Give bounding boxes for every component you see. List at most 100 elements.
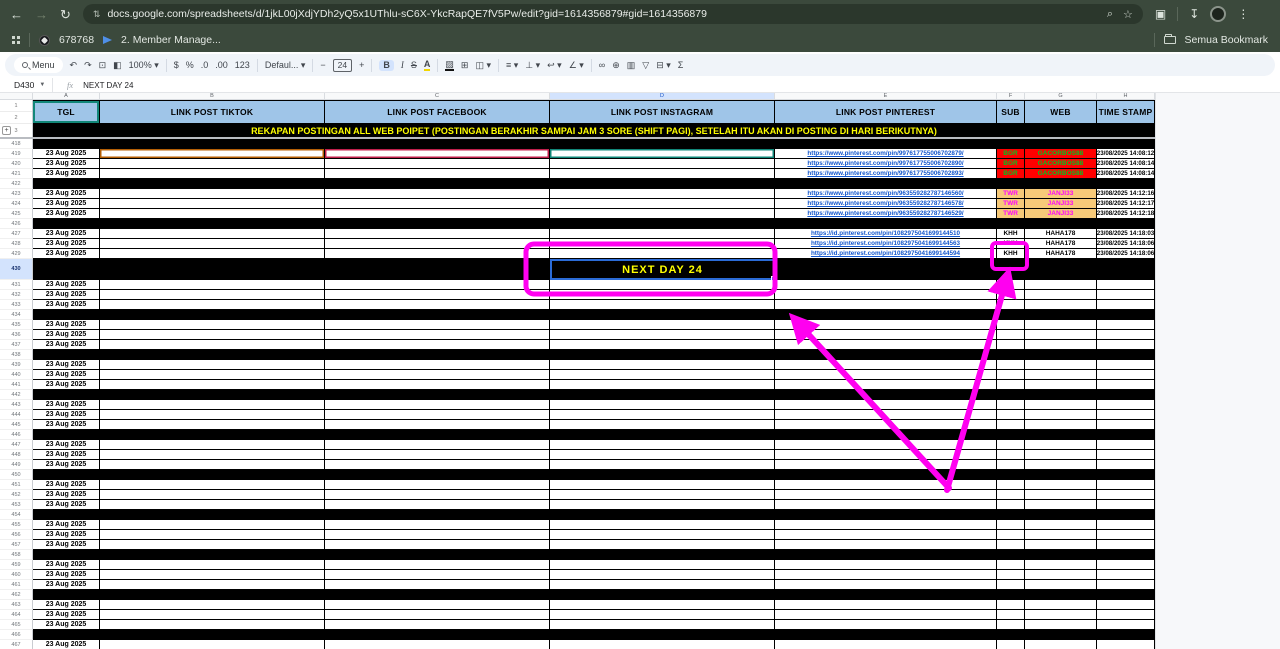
download-icon[interactable]: ↧ xyxy=(1189,7,1199,21)
row-number[interactable]: 464 xyxy=(0,610,33,620)
redo-button[interactable]: ↷ xyxy=(84,61,92,70)
column-header[interactable]: SUB xyxy=(997,100,1025,124)
column-header[interactable]: WEB xyxy=(1025,100,1097,124)
text-color-button[interactable]: A xyxy=(424,60,431,71)
font-select[interactable]: Defaul... ▾ xyxy=(265,61,306,70)
omnibox-search-icon[interactable]: ⌕ xyxy=(1107,8,1113,21)
reload-icon[interactable]: ↻ xyxy=(60,8,71,21)
column-letter-C[interactable]: C xyxy=(325,93,550,100)
pinterest-link[interactable]: https://www.pinterest.com/pin/9635592827… xyxy=(807,210,963,217)
column-header[interactable]: TGL xyxy=(33,100,100,124)
row-number[interactable]: 419 xyxy=(0,149,33,159)
pinterest-link[interactable]: https://id.pinterest.com/pin/10829750416… xyxy=(811,230,960,237)
back-icon[interactable]: ← xyxy=(10,8,23,21)
horizontal-align-button[interactable]: ≡ ▾ xyxy=(506,61,518,70)
pinterest-link[interactable]: https://www.pinterest.com/pin/9635592827… xyxy=(807,200,963,207)
row-number[interactable]: 463 xyxy=(0,600,33,610)
row-number[interactable]: 458 xyxy=(0,550,33,560)
row-number[interactable]: 418 xyxy=(0,139,33,149)
row-number[interactable]: 427 xyxy=(0,229,33,239)
row-number[interactable]: 465 xyxy=(0,620,33,630)
column-header[interactable]: LINK POST INSTAGRAM xyxy=(550,100,775,124)
column-letter-D[interactable]: D xyxy=(550,93,775,100)
forward-icon[interactable]: → xyxy=(35,8,48,21)
column-letter-B[interactable]: B xyxy=(100,93,325,100)
pinterest-link[interactable]: https://www.pinterest.com/pin/9976177550… xyxy=(807,170,963,177)
fill-color-button[interactable]: ▨ xyxy=(445,60,454,71)
pinterest-link[interactable]: https://www.pinterest.com/pin/9976177550… xyxy=(807,150,963,157)
row-number[interactable]: 444 xyxy=(0,410,33,420)
row-number[interactable]: 451 xyxy=(0,480,33,490)
pinterest-link[interactable]: https://id.pinterest.com/pin/10829750416… xyxy=(811,240,960,247)
row-number[interactable]: 454 xyxy=(0,510,33,520)
row-number[interactable]: 428 xyxy=(0,239,33,249)
text-wrap-button[interactable]: ↩ ▾ xyxy=(547,61,562,70)
row-number[interactable]: 443 xyxy=(0,400,33,410)
extensions-icon[interactable]: ▣ xyxy=(1155,7,1166,21)
row-number[interactable]: 467 xyxy=(0,640,33,649)
row-number[interactable]: 1 2 xyxy=(0,100,33,124)
row-number[interactable]: 435 xyxy=(0,320,33,330)
pinterest-link[interactable]: https://www.pinterest.com/pin/9635592827… xyxy=(807,190,963,197)
row-number[interactable]: 432 xyxy=(0,290,33,300)
url-bar[interactable]: ⇅ docs.google.com/spreadsheets/d/1jkL00j… xyxy=(83,4,1143,24)
pinterest-link[interactable]: https://www.pinterest.com/pin/9976177550… xyxy=(807,160,963,167)
currency-format-button[interactable]: $ xyxy=(174,61,179,70)
paint-format-button[interactable]: ◧ xyxy=(113,61,122,70)
row-number[interactable]: 440 xyxy=(0,370,33,380)
row-number[interactable]: 449 xyxy=(0,460,33,470)
insert-chart-button[interactable]: ▥ xyxy=(627,61,636,70)
bookmark-item[interactable]: 678768 xyxy=(59,34,94,46)
column-letter-A[interactable]: A xyxy=(33,93,100,100)
row-number[interactable]: 421 xyxy=(0,169,33,179)
row-number[interactable]: 446 xyxy=(0,430,33,440)
font-size-increase[interactable]: + xyxy=(359,61,364,70)
row-number[interactable]: 442 xyxy=(0,390,33,400)
grid-corner[interactable] xyxy=(0,93,33,100)
italic-button[interactable]: I xyxy=(401,61,404,70)
row-number[interactable]: 434 xyxy=(0,310,33,320)
row-number[interactable]: 447 xyxy=(0,440,33,450)
menu-kebab-icon[interactable]: ⋮ xyxy=(1237,7,1249,21)
row-number[interactable]: 437 xyxy=(0,340,33,350)
row-number[interactable]: 423 xyxy=(0,189,33,199)
name-box[interactable]: D430▼ xyxy=(0,80,52,90)
column-letter-F[interactable]: F xyxy=(997,93,1025,100)
font-size-decrease[interactable]: − xyxy=(320,61,325,70)
row-number[interactable]: 424 xyxy=(0,199,33,209)
strikethrough-button[interactable]: S xyxy=(411,61,417,70)
row-number[interactable]: 466 xyxy=(0,630,33,640)
apps-grid-icon[interactable] xyxy=(12,36,20,44)
row-number[interactable]: 431 xyxy=(0,280,33,290)
functions-button[interactable]: Σ xyxy=(678,61,684,70)
column-header[interactable]: LINK POST FACEBOOK xyxy=(325,100,550,124)
row-number[interactable]: 457 xyxy=(0,540,33,550)
text-rotation-button[interactable]: ∠ ▾ xyxy=(569,61,584,70)
filter-views-button[interactable]: ⊟ ▾ xyxy=(656,61,671,70)
merge-cells-button[interactable]: ◫ ▾ xyxy=(475,61,491,70)
formula-input[interactable]: NEXT DAY 24 xyxy=(83,81,133,90)
filter-button[interactable]: ▽ xyxy=(642,61,649,70)
profile-avatar[interactable] xyxy=(1210,6,1226,22)
pinterest-link[interactable]: https://id.pinterest.com/pin/10829750416… xyxy=(811,250,960,257)
row-number[interactable]: 459 xyxy=(0,560,33,570)
row-number[interactable]: 429 xyxy=(0,249,33,259)
banner-cell[interactable]: REKAPAN POSTINGAN ALL WEB POIPET (POSTIN… xyxy=(33,124,1155,137)
bookmark-item[interactable]: 2. Member Manage... xyxy=(121,34,221,46)
row-number[interactable]: 439 xyxy=(0,360,33,370)
site-info-icon[interactable]: ⇅ xyxy=(93,9,101,20)
zoom-select[interactable]: 100% ▾ xyxy=(129,61,159,70)
column-header[interactable]: TIME STAMP xyxy=(1097,100,1155,124)
row-number[interactable]: 448 xyxy=(0,450,33,460)
row-number[interactable]: 433 xyxy=(0,300,33,310)
vertical-align-button[interactable]: ⊥ ▾ xyxy=(525,61,540,70)
decrease-decimals-button[interactable]: .0 xyxy=(201,61,209,70)
row-number[interactable]: 460 xyxy=(0,570,33,580)
next-day-selected-cell[interactable]: NEXT DAY 24 xyxy=(550,259,775,280)
row-number[interactable]: 445 xyxy=(0,420,33,430)
row-number[interactable]: 453 xyxy=(0,500,33,510)
more-formats-button[interactable]: 123 xyxy=(235,61,250,70)
row-number[interactable]: 452 xyxy=(0,490,33,500)
row-number[interactable]: 426 xyxy=(0,219,33,229)
row-number[interactable]: 455 xyxy=(0,520,33,530)
